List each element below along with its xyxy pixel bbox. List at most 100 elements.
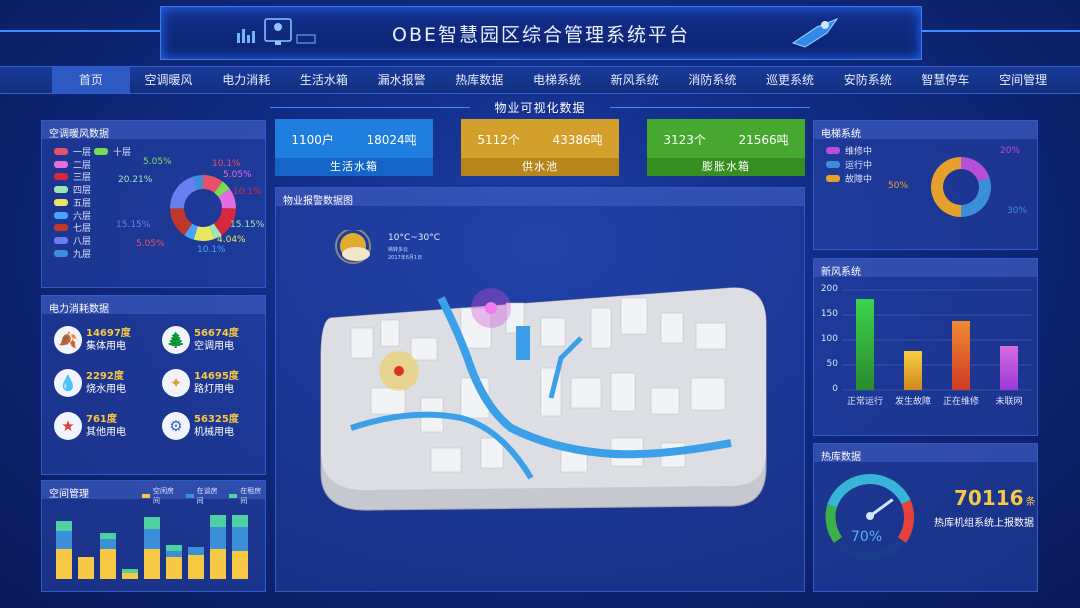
tree-icon: 🌲 (162, 326, 190, 354)
legend-swatch (142, 494, 150, 498)
elevator-panel: 电梯系统 20% 30% 50% 维修中 运行中 故障中 (813, 120, 1038, 250)
summary-card: 1100户 18024吨 生活水箱 (275, 119, 433, 176)
header-right-line (920, 30, 1080, 32)
nav-item-9[interactable]: 巡更系统 (751, 67, 829, 93)
space-bar-segment (232, 527, 248, 551)
card-label: 膨胀水箱 (647, 158, 805, 176)
nav-item-4[interactable]: 漏水报警 (363, 67, 441, 93)
card-values: 5112个 43386吨 (461, 119, 619, 148)
power-item: ⚙ 56325度 机械用电 (162, 412, 239, 440)
power-text: 14697度 集体用电 (86, 327, 131, 353)
card-value-2: 21566吨 (738, 133, 789, 147)
space-bar-segment (78, 557, 94, 579)
legend-swatch (54, 236, 68, 244)
legend-swatch (54, 160, 68, 168)
fresh-air-bar (856, 299, 874, 390)
legend-label: 七层 (73, 224, 92, 235)
nav-item-6[interactable]: 电梯系统 (518, 67, 596, 93)
power-item: 💧 2292度烧水用电 (54, 369, 126, 397)
legend-label: 运行中 (845, 161, 873, 171)
heat-value-row: 70116 条 (954, 486, 1036, 510)
space-bar-segment (100, 549, 116, 579)
campus-3d-map (320, 287, 767, 511)
power-value: 2292度 (86, 371, 124, 382)
nav-item-2[interactable]: 电力消耗 (207, 67, 285, 93)
nav-item-5[interactable]: 热库数据 (440, 67, 518, 93)
legend-label: 四层 (73, 186, 92, 197)
nav-item-3[interactable]: 生活水箱 (285, 67, 363, 93)
legend-swatch (54, 211, 68, 219)
power-title: 电力消耗数据 (49, 304, 109, 315)
nav-item-11[interactable]: 智慧停车 (907, 67, 985, 93)
legend-label: 二层 (73, 160, 92, 171)
heat-gauge-percent: 70% (851, 529, 883, 545)
legend-swatch (54, 249, 68, 257)
power-label: 路灯用电 (194, 384, 234, 395)
power-item: 🍂 14697度 集体用电 (54, 326, 131, 354)
space-bar-segment (100, 533, 116, 539)
leaf-icon: 🍂 (54, 326, 82, 354)
legend-label: 故障中 (845, 175, 873, 185)
space-bar-segment (144, 517, 160, 529)
fresh-air-panel: 新风系统 200 150 100 50 0 正常运行 发生故障 正在维修 未联网 (813, 258, 1038, 436)
star-icon: ★ (54, 412, 82, 440)
section-title: 物业可视化数据 (494, 101, 586, 115)
card-label: 供水池 (461, 158, 619, 176)
space-bar-segment (166, 551, 182, 557)
elevator-legend-item: 维修中 (826, 144, 872, 157)
elevator-donut-slice (931, 157, 961, 217)
legend-label: 六层 (73, 211, 92, 222)
power-value: 56674度 (194, 328, 239, 339)
hvac-label-l1: 5.05% (143, 157, 172, 167)
gear-icon: ⚙ (162, 412, 190, 440)
space-bar-segment (210, 515, 226, 527)
nav-item-12[interactable]: 空间管理 (984, 67, 1062, 93)
heat-gauge (825, 471, 915, 561)
space-bar-segment (232, 551, 248, 579)
power-text: 761度其他用电 (86, 413, 126, 439)
weather-sun-icon (331, 228, 375, 266)
hvac-legend-item: 五层 (54, 196, 91, 209)
space-bar-segment (56, 549, 72, 579)
fresh-air-bar (904, 351, 922, 390)
weather-desc: 晴转多云 (388, 247, 409, 253)
elevator-label-b: 30% (1007, 206, 1028, 216)
power-value: 14695度 (194, 371, 239, 382)
power-label: 其他用电 (86, 427, 126, 438)
space-bar-segment (144, 549, 160, 579)
legend-label: 九层 (73, 249, 92, 260)
nav-item-0[interactable]: 首页 (52, 67, 130, 93)
space-bar-segment (56, 531, 72, 549)
legend-swatch (229, 494, 238, 498)
heat-label: 热库机组系统上报数据 (934, 518, 1034, 529)
legend-label: 维修中 (845, 147, 873, 157)
drone-icon (787, 13, 843, 51)
legend-swatch (94, 148, 108, 155)
space-bar-segment (122, 573, 138, 579)
legend-swatch (826, 147, 840, 154)
power-label: 烧水用电 (86, 384, 126, 395)
power-value: 761度 (86, 414, 117, 425)
nav-item-7[interactable]: 新风系统 (596, 67, 674, 93)
header-bar: OBE智慧园区综合管理系统平台 (160, 6, 922, 60)
nav-item-1[interactable]: 空调暖风 (130, 67, 208, 93)
space-bar-chart (56, 515, 248, 579)
space-bar-segment (210, 527, 226, 549)
x-tick-label: 未联网 (995, 397, 1023, 407)
y-tick-label: 100 (820, 334, 838, 344)
nav-item-8[interactable]: 消防系统 (674, 67, 752, 93)
nav-item-10[interactable]: 安防系统 (829, 67, 907, 93)
hvac-legend-item: 七层 (54, 221, 91, 234)
hvac-label-r1: 10.1% (212, 159, 241, 169)
space-bar-segment (166, 557, 182, 579)
space-bar-segment (144, 529, 160, 549)
hvac-label-r3: 10.1% (233, 187, 262, 197)
power-label: 机械用电 (194, 427, 234, 438)
weather-temp: 10°C~30°C (388, 233, 441, 243)
heat-title: 热库数据 (821, 452, 861, 463)
card-values: 3123个 21566吨 (647, 119, 805, 148)
water-drop-icon: 💧 (54, 369, 82, 397)
power-value: 14697度 (86, 328, 131, 339)
hvac-panel: 空调暖风数据 一层 十层 二层 三层 四层 五层 六层 七层 八层 九层 5.05% 20.21%… (41, 120, 266, 288)
space-bar-segment (166, 545, 182, 551)
